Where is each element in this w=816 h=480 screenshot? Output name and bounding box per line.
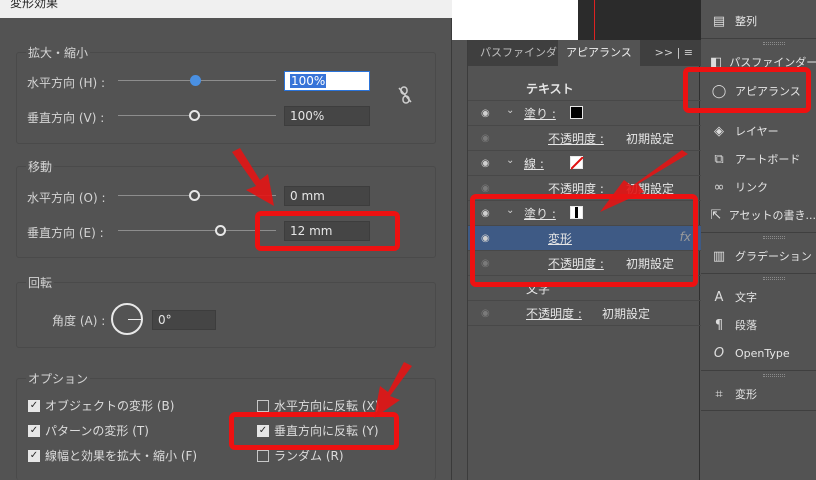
scale-horizontal-input[interactable]: 100% (284, 71, 370, 91)
constrain-proportions-link-icon[interactable] (397, 86, 413, 108)
scale-vertical-label: 垂直方向 (V) : (27, 111, 105, 125)
move-vertical-slider-thumb[interactable] (215, 225, 226, 236)
scale-vertical-input[interactable]: 100% (284, 106, 370, 126)
annotation-arrow-icon (374, 362, 412, 418)
checkbox-box (257, 399, 269, 412)
links-icon: ∞ (713, 179, 725, 195)
transform-objects-checkbox[interactable]: ✓ オブジェクトの変形 (B) (28, 397, 174, 414)
layers-icon: ◈ (714, 123, 724, 139)
rotate-group-title: 回転 (26, 274, 55, 291)
annotation-arrow-icon (232, 148, 274, 206)
dock-separator (701, 38, 816, 39)
rotate-angle-dial[interactable] (111, 303, 143, 335)
highlight-dock-appearance (683, 67, 811, 113)
highlight-move-vertical (255, 211, 400, 251)
character-icon: A (714, 289, 724, 305)
scale-vertical-slider-thumb[interactable] (189, 110, 200, 121)
appearance-row-fill-1[interactable]: ◉ ⌄ 塗り : (468, 101, 701, 126)
dock-separator (701, 370, 816, 371)
eye-icon[interactable]: ◉ (481, 133, 490, 144)
paragraph-icon: ¶ (714, 317, 724, 333)
move-vertical-slider[interactable] (118, 230, 276, 231)
rotate-angle-label: 角度 (A) : (52, 314, 106, 328)
rotate-angle-input[interactable]: 0° (152, 310, 216, 330)
move-horizontal-slider-thumb[interactable] (189, 190, 200, 201)
options-group-title: オプション (26, 370, 91, 387)
checkmark-icon: ✓ (28, 399, 40, 412)
scale-group-title: 拡大・縮小 (26, 44, 91, 61)
transform-icon: ⌗ (715, 386, 723, 402)
dock-item-paragraph[interactable]: ¶ 段落 (701, 312, 816, 338)
dock-grip[interactable] (763, 374, 785, 377)
dock-item-layers[interactable]: ◈ レイヤー (701, 118, 816, 144)
checkbox-box (257, 449, 269, 462)
annotation-arrow-icon (600, 150, 688, 212)
opentype-icon: O (713, 345, 725, 361)
dock-item-align[interactable]: ▤ 整列 (701, 8, 816, 34)
dock-item-opentype[interactable]: O OpenType (701, 340, 816, 366)
transform-patterns-checkbox[interactable]: ✓ パターンの変形 (T) (28, 422, 149, 439)
chevron-down-icon[interactable]: ⌄ (506, 155, 514, 166)
dock-item-character[interactable]: A 文字 (701, 284, 816, 310)
panel-menu-icon[interactable]: >> | ≡ (655, 40, 693, 66)
move-horizontal-input[interactable]: 0 mm (284, 186, 370, 206)
fill-swatch-black[interactable] (570, 106, 583, 119)
artboards-icon: ⧉ (714, 151, 724, 167)
align-icon: ▤ (712, 13, 726, 29)
eye-icon[interactable]: ◉ (481, 108, 490, 119)
checkmark-icon: ✓ (28, 449, 40, 462)
checkmark-icon: ✓ (28, 424, 40, 437)
scale-strokes-checkbox[interactable]: ✓ 線幅と効果を拡大・縮小 (F) (28, 447, 197, 464)
eye-icon[interactable]: ◉ (481, 183, 490, 194)
move-horizontal-label: 水平方向 (O) : (27, 191, 106, 205)
gradient-icon: ▥ (712, 248, 726, 264)
eye-icon[interactable]: ◉ (481, 308, 490, 319)
scale-horizontal-slider-thumb[interactable] (190, 75, 201, 86)
chevron-down-icon[interactable]: ⌄ (506, 105, 514, 116)
dock-grip[interactable] (763, 42, 785, 45)
dock-separator (701, 232, 816, 233)
scale-horizontal-label: 水平方向 (H) : (27, 76, 106, 90)
appearance-row-text[interactable]: テキスト (468, 76, 701, 101)
appearance-row-opacity-1[interactable]: ◉ 不透明度 : 初期設定 (468, 126, 701, 151)
canvas-dark-region (578, 0, 702, 40)
asset-export-icon: ⇱ (710, 207, 722, 223)
dock-separator (701, 273, 816, 274)
move-group-title: 移動 (26, 158, 55, 175)
eye-icon[interactable]: ◉ (481, 158, 490, 169)
dock-item-asset-export[interactable]: ⇱ アセットの書き... (701, 202, 816, 228)
dock-item-transform[interactable]: ⌗ 変形 (701, 381, 816, 407)
panel-tab-bar: パスファインダー アピアランス >> | ≡ (468, 40, 701, 66)
dock-separator (701, 410, 816, 411)
appearance-row-opacity-4[interactable]: ◉ 不透明度 : 初期設定 (468, 301, 701, 326)
move-vertical-label: 垂直方向 (E) : (27, 226, 104, 240)
dialog-title: 変形効果 (0, 0, 452, 18)
dock-grip[interactable] (763, 277, 785, 280)
dock-item-gradient[interactable]: ▥ グラデーション (701, 243, 816, 269)
scale-group (16, 52, 436, 144)
app-window: 変形効果 拡大・縮小 水平方向 (H) : 100% 垂直方向 (V) : 10… (0, 0, 816, 480)
tab-appearance[interactable]: アピアランス (558, 40, 640, 66)
artboard-guide (594, 0, 595, 40)
stroke-swatch-none-icon[interactable] (570, 156, 584, 170)
dock-item-artboards[interactable]: ⧉ アートボード (701, 146, 816, 172)
dock-grip[interactable] (763, 236, 785, 239)
dock-item-links[interactable]: ∞ リンク (701, 174, 816, 200)
